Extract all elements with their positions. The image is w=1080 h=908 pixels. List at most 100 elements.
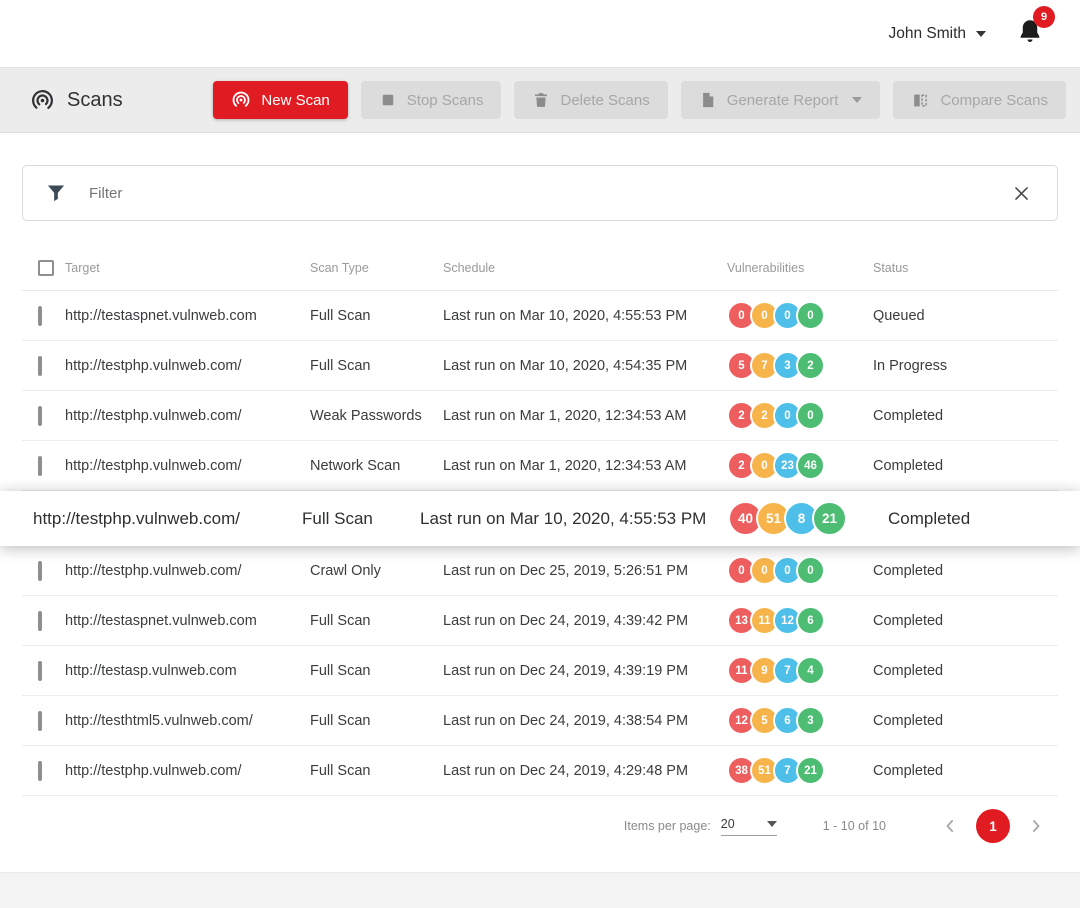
app-window: John Smith 9 Scans [0,0,1080,908]
row-checkbox-cell [22,613,65,629]
scan-type-cell: Full Scan [310,763,443,779]
row-checkbox-cell [22,663,65,679]
scan-row[interactable]: http://testphp.vulnweb.com/ Full Scan La… [22,746,1058,796]
pagination-bar: Items per page: 20 1 - 10 of 10 1 [22,796,1058,856]
scan-row[interactable]: http://testphp.vulnweb.com/ Weak Passwor… [22,391,1058,441]
stop-icon [379,91,397,109]
scan-row[interactable]: http://testaspnet.vulnweb.com Full Scan … [22,596,1058,646]
vulnerabilities-cell: 2200 [727,401,873,430]
column-header-vulnerabilities: Vulnerabilities [727,261,873,275]
scan-row[interactable]: http://testphp.vulnweb.com/ Full Scan La… [22,341,1058,391]
top-bar: John Smith 9 [0,0,1080,67]
vulnerabilities-cell: 0000 [727,556,873,585]
generate-report-label: Generate Report [727,92,839,109]
row-checkbox[interactable] [38,761,42,781]
user-menu[interactable]: John Smith [888,25,986,43]
new-scan-label: New Scan [261,92,329,109]
scan-row[interactable]: http://testhtml5.vulnweb.com/ Full Scan … [22,696,1058,746]
footer-strip [0,872,1080,908]
vulnerabilities-cell: 5732 [727,351,873,380]
scan-row[interactable]: http://testasp.vulnweb.com Full Scan Las… [22,646,1058,696]
vulnerabilities-cell: 202346 [727,451,873,480]
generate-report-button[interactable]: Generate Report [681,81,881,119]
row-checkbox[interactable] [38,611,42,631]
items-per-page-label: Items per page: [624,819,711,833]
compare-scans-label: Compare Scans [940,92,1048,109]
schedule-cell: Last run on Mar 10, 2020, 4:55:53 PM [420,509,728,529]
trash-icon [532,91,550,109]
stop-scans-button[interactable]: Stop Scans [361,81,502,119]
chevron-down-icon [852,97,862,103]
vulnerabilities-cell: 3851721 [727,756,873,785]
notifications-button[interactable]: 9 [1016,17,1044,50]
target-cell: http://testaspnet.vulnweb.com [65,308,310,324]
report-document-icon [699,91,717,109]
status-cell: Completed [873,713,1058,729]
schedule-cell: Last run on Dec 25, 2019, 5:26:51 PM [443,563,727,579]
row-checkbox[interactable] [38,711,42,731]
clear-filter-button[interactable] [1008,180,1035,207]
target-cell: http://testphp.vulnweb.com/ [65,563,310,579]
target-cell: http://testphp.vulnweb.com/ [65,458,310,474]
items-per-page-select[interactable]: 20 [721,817,777,836]
user-name: John Smith [888,25,966,43]
row-checkbox[interactable] [38,356,42,376]
row-checkbox[interactable] [38,456,42,476]
table-header-row: Target Scan Type Schedule Vulnerabilitie… [22,245,1058,291]
scan-row[interactable]: http://testphp.vulnweb.com/ Full Scan La… [0,491,1080,546]
schedule-cell: Last run on Mar 1, 2020, 12:34:53 AM [443,458,727,474]
schedule-cell: Last run on Dec 24, 2019, 4:29:48 PM [443,763,727,779]
scan-type-cell: Full Scan [310,613,443,629]
page-1-button[interactable]: 1 [976,809,1010,843]
vulnerabilities-cell: 11974 [727,656,873,685]
delete-scans-button[interactable]: Delete Scans [514,81,667,119]
column-header-target: Target [65,261,310,275]
severity-badge-info: 2 [796,351,825,380]
page-title: Scans [30,88,123,113]
status-cell: Completed [873,458,1058,474]
schedule-cell: Last run on Mar 10, 2020, 4:55:53 PM [443,308,727,324]
vulnerabilities-cell: 0000 [727,301,873,330]
chevron-down-icon [976,31,986,37]
row-checkbox-cell [22,563,65,579]
chevron-down-icon [767,821,777,827]
scan-row[interactable]: http://testphp.vulnweb.com/ Crawl Only L… [22,546,1058,596]
compare-scans-button[interactable]: Compare Scans [893,81,1066,119]
chevron-right-icon [1026,816,1046,836]
scan-row[interactable]: http://testphp.vulnweb.com/ Network Scan… [22,441,1058,491]
new-scan-button[interactable]: New Scan [213,81,347,119]
compare-panels-icon [911,91,930,110]
previous-page-button[interactable] [938,814,962,838]
target-cell: http://testphp.vulnweb.com/ [65,763,310,779]
scan-target-icon [30,88,55,113]
target-cell: http://testasp.vulnweb.com [65,663,310,679]
severity-badge-info: 21 [812,501,847,536]
scans-toolbar: Scans New Scan Stop Scans [0,67,1080,133]
filter-input[interactable] [87,184,988,203]
row-checkbox[interactable] [38,306,42,326]
status-cell: Completed [873,408,1058,424]
row-checkbox-cell [22,763,65,779]
select-all-checkbox[interactable] [38,260,54,276]
row-checkbox[interactable] [38,406,42,426]
scan-type-cell: Network Scan [310,458,443,474]
close-icon [1012,184,1031,203]
toolbar-buttons: New Scan Stop Scans Delete Scans [213,81,1066,119]
severity-badge-info: 0 [796,556,825,585]
severity-badge-info: 3 [796,706,825,735]
scan-target-icon [231,90,251,110]
row-checkbox[interactable] [38,661,42,681]
severity-badge-info: 6 [796,606,825,635]
scan-type-cell: Full Scan [302,509,420,529]
vulnerabilities-cell: 1311126 [727,606,873,635]
scan-type-cell: Weak Passwords [310,408,443,424]
scan-row[interactable]: http://testaspnet.vulnweb.com Full Scan … [22,291,1058,341]
status-cell: Completed [873,613,1058,629]
pagination-range-label: 1 - 10 of 10 [823,819,886,833]
next-page-button[interactable] [1024,814,1048,838]
schedule-cell: Last run on Dec 24, 2019, 4:39:19 PM [443,663,727,679]
target-cell: http://testphp.vulnweb.com/ [33,509,302,529]
vulnerabilities-cell: 12563 [727,706,873,735]
row-checkbox[interactable] [38,561,42,581]
filter-bar [22,165,1058,221]
